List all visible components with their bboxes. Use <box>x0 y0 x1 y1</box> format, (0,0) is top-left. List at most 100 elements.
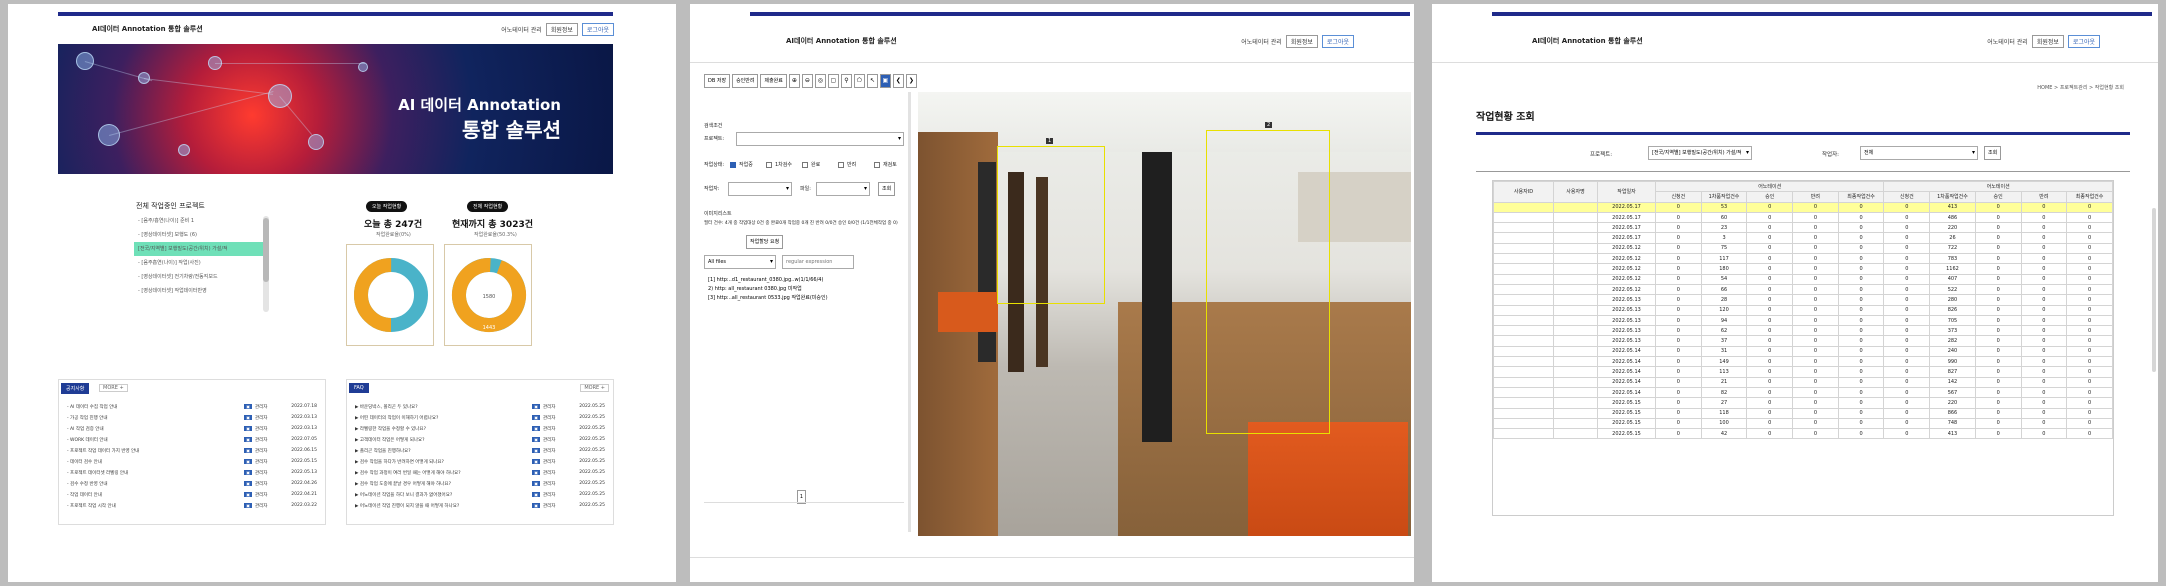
member-info-button[interactable]: 회원정보 <box>545 23 578 36</box>
faq-title[interactable]: ▶ 어떤 데이터의 작업이 이해하기 어렵나요? <box>355 415 532 421</box>
table-scrollbar[interactable] <box>2152 208 2156 372</box>
table-row[interactable]: 2022.05.12 0 54 0 0 0 0 407 0 0 0 <box>1493 273 2113 285</box>
faq-title[interactable]: ▶ 어노테이션 작업을 하다 보니 결과가 없어졌어요? <box>355 492 532 498</box>
notice-title[interactable]: - 검수 수정 반영 안내 <box>67 481 244 487</box>
faq-more-button[interactable]: MORE + <box>580 384 609 392</box>
table-row[interactable]: 2022.05.14 0 31 0 0 0 0 240 0 0 0 <box>1493 345 2113 358</box>
member-info-button[interactable]: 회원정보 <box>1285 35 1318 48</box>
faq-row[interactable]: ▶ 고객데이터 작업은 어떻게 되나요? ▣ 관리자 2022.05.25 <box>355 435 605 444</box>
table-row[interactable]: 2022.05.13 0 37 0 0 0 0 282 0 0 0 <box>1493 335 2113 347</box>
faq-title[interactable]: ▶ 바운딩박스, 폴리곤 두 있나요? <box>355 404 532 410</box>
notice-title[interactable]: - WORK 데이터 안내 <box>67 437 244 443</box>
logout-button[interactable]: 로그아웃 <box>581 23 614 36</box>
table-row[interactable]: 2022.05.12 0 75 0 0 0 0 722 0 0 0 <box>1493 242 2113 255</box>
file-list-item[interactable]: [1] http:..d1_restaurant_0380.jpg..w(1/1… <box>708 276 908 285</box>
bbox-icon[interactable]: ▢ <box>827 74 839 88</box>
search-button[interactable]: 조회 <box>878 182 896 196</box>
logout-button[interactable]: 로그아웃 <box>1321 35 1354 48</box>
polygon-icon[interactable]: ⬠ <box>853 74 865 88</box>
faq-row[interactable]: ▶ 검수 작업 도중에 끝날 경우 어떻게 해야 하나요? ▣ 관리자 2022.05… <box>355 479 605 488</box>
checkbox-icon[interactable] <box>874 161 880 168</box>
project-list-item[interactable]: [전국/지역별] 보행밀도(공간/위치) 가설/적 <box>134 242 269 256</box>
status-checkbox[interactable]: 작업중 <box>730 161 753 168</box>
project-list-item[interactable]: - [영상데이터셋] 전기차량/전동킥보드 <box>134 270 269 284</box>
project-select[interactable] <box>736 132 904 146</box>
faq-row[interactable]: ▶ 어떤 데이터의 작업이 이해하기 어렵나요? ▣ 관리자 2022.05.25 <box>355 413 605 422</box>
notice-row[interactable]: - 프로젝트 작업 시작 안내 ▣ 관리자 2022.03.22 <box>67 501 317 510</box>
table-row[interactable]: 2022.05.17 0 53 0 0 0 0 413 0 0 0 <box>1493 201 2113 213</box>
faq-title[interactable]: ▶ 고객데이터 작업은 어떻게 되나요? <box>355 437 532 443</box>
table-row[interactable]: 2022.05.13 0 62 0 0 0 0 373 0 0 0 <box>1493 325 2113 337</box>
panel-splitter[interactable] <box>908 92 911 532</box>
faq-row[interactable]: ▶ 어노테이션 작업 진행이 되지 않을 때 어떻게 하나요? ▣ 관리자 2022.… <box>355 501 605 510</box>
table-row[interactable]: 2022.05.12 0 180 0 0 0 0 1162 0 0 0 <box>1493 263 2113 275</box>
notice-row[interactable]: - 검수 수정 반영 안내 ▣ 관리자 2022.04.26 <box>67 479 317 488</box>
checkbox-icon[interactable] <box>730 161 736 168</box>
notice-title[interactable]: - 프로젝트 작업 시작 안내 <box>67 503 244 509</box>
faq-row[interactable]: ▶ 검수 작업 과정이 여러 번일 때는 어떻게 해야 하나요? ▣ 관리자 2022… <box>355 468 605 477</box>
table-row[interactable]: 2022.05.17 0 23 0 0 0 0 220 0 0 0 <box>1493 222 2113 234</box>
project-list-scrollbar[interactable] <box>263 216 269 312</box>
table-row[interactable]: 2022.05.14 0 82 0 0 0 0 567 0 0 0 <box>1493 386 2113 399</box>
regex-filter-input[interactable] <box>782 255 854 269</box>
file-list-item[interactable]: [3] http:..all_restaurant 0533.jpg 작업완료(… <box>708 294 908 303</box>
prev-icon[interactable]: ❮ <box>892 74 904 88</box>
table-row[interactable]: 2022.05.12 0 117 0 0 0 0 783 0 0 0 <box>1493 253 2113 265</box>
status-checkbox[interactable]: 완료 <box>802 161 820 168</box>
notice-row[interactable]: - 프로젝트 데이터셋 라벨링 안내 ▣ 관리자 2022.05.13 <box>67 468 317 477</box>
checkbox-icon[interactable] <box>766 161 772 168</box>
faq-row[interactable]: ▶ 바운딩박스, 폴리곤 두 있나요? ▣ 관리자 2022.05.25 <box>355 402 605 411</box>
notice-row[interactable]: - AI 데이터 수집 작업 안내 ▣ 관리자 2022.07.18 <box>67 402 317 411</box>
notice-row[interactable]: - 작업 데이터 안내 ▣ 관리자 2022.04.21 <box>67 490 317 499</box>
request-assignment-button[interactable]: 작업할당 요청 <box>746 235 784 249</box>
table-row[interactable]: 2022.05.15 0 118 0 0 0 0 866 0 0 0 <box>1493 407 2113 419</box>
table-row[interactable]: 2022.05.13 0 28 0 0 0 0 280 0 0 0 <box>1493 294 2113 306</box>
annotation-image-canvas[interactable]: 1 2 <box>918 92 1411 536</box>
table-row[interactable]: 2022.05.14 0 149 0 0 0 0 990 0 0 0 <box>1493 356 2113 368</box>
notice-title[interactable]: - AI 작업 검증 안내 <box>67 426 244 432</box>
file-list-item[interactable]: 2) http: all_restaurant 0380.jpg 미작업 <box>708 285 908 294</box>
faq-tab[interactable]: FAQ <box>349 383 369 393</box>
notice-title[interactable]: - 가공 작업 진행 안내 <box>67 415 244 421</box>
notice-row[interactable]: - 데이터 검수 안내 ▣ 관리자 2022.05.15 <box>67 457 317 466</box>
faq-row[interactable]: ▶ 라벨링한 작업을 수정할 수 있나요? ▣ 관리자 2022.05.25 <box>355 424 605 433</box>
project-list-item[interactable]: - [음주/흡연(나이)] 준비 1 <box>134 214 269 228</box>
pointer-icon[interactable]: ↖ <box>866 74 878 88</box>
notice-row[interactable]: - AI 작업 검증 안내 ▣ 관리자 2022.03.13 <box>67 424 317 433</box>
checkbox-icon[interactable] <box>802 161 808 168</box>
faq-title[interactable]: ▶ 검수 작업 과정이 여러 번일 때는 어떻게 해야 하나요? <box>355 470 532 476</box>
keyword-input[interactable] <box>816 182 870 196</box>
table-row[interactable]: 2022.05.13 0 94 0 0 0 0 705 0 0 0 <box>1493 314 2113 327</box>
image-icon[interactable]: ▣ <box>879 74 891 88</box>
bbox-2[interactable] <box>1206 130 1330 434</box>
submit-complete-button[interactable]: 제출완료 <box>760 74 787 88</box>
notice-title[interactable]: - 프로젝트 데이터셋 라벨링 안내 <box>67 470 244 476</box>
table-row[interactable]: 2022.05.13 0 120 0 0 0 0 826 0 0 0 <box>1493 304 2113 316</box>
db-save-button[interactable]: DB 저장 <box>704 74 731 88</box>
notice-row[interactable]: - 가공 작업 진행 안내 ▣ 관리자 2022.03.13 <box>67 413 317 422</box>
project-select[interactable]: [전국/지역별] 보행밀도(공간/위치) 가설/적 <box>1648 146 1752 160</box>
faq-row[interactable]: ▶ 어노테이션 작업을 하다 보니 결과가 없어졌어요? ▣ 관리자 2022.05.… <box>355 490 605 499</box>
search-icon[interactable]: ⚲ <box>840 74 852 88</box>
file-filter-select[interactable]: All files <box>704 255 776 269</box>
member-info-button[interactable]: 회원정보 <box>2031 35 2064 48</box>
bbox-1[interactable] <box>997 146 1105 304</box>
notice-tab[interactable]: 공지사항 <box>61 383 90 394</box>
notice-row[interactable]: - 프로젝트 작업 데이터 가지 반영 안내 ▣ 관리자 2022.06.15 <box>67 446 317 455</box>
notice-title[interactable]: - AI 데이터 수집 작업 안내 <box>67 404 244 410</box>
next-icon[interactable]: ❯ <box>905 74 917 88</box>
logout-button[interactable]: 로그아웃 <box>2067 35 2100 48</box>
faq-title[interactable]: ▶ 검수 작업을 하다가 반려하면 어떻게 되나요? <box>355 459 532 465</box>
worker-select[interactable] <box>728 182 792 196</box>
notice-title[interactable]: - 프로젝트 작업 데이터 가지 반영 안내 <box>67 448 244 454</box>
search-button[interactable]: 조회 <box>1984 146 2002 160</box>
status-checkbox[interactable]: 재검토 <box>874 161 897 168</box>
status-checkbox[interactable]: 1차검수 <box>766 161 792 168</box>
table-row[interactable]: 2022.05.15 0 42 0 0 0 0 413 0 0 0 <box>1493 428 2113 440</box>
project-list-item[interactable]: - [영상데이터셋] 보행도 (6) <box>134 228 269 242</box>
notice-title[interactable]: - 데이터 검수 안내 <box>67 459 244 465</box>
worker-select[interactable]: 전체 <box>1860 146 1978 160</box>
project-list-item[interactable]: - [영상데이터셋] 작업데이터반영 <box>134 284 269 298</box>
notice-title[interactable]: - 작업 데이터 안내 <box>67 492 244 498</box>
approve-reject-button[interactable]: 승인반려 <box>732 74 759 88</box>
